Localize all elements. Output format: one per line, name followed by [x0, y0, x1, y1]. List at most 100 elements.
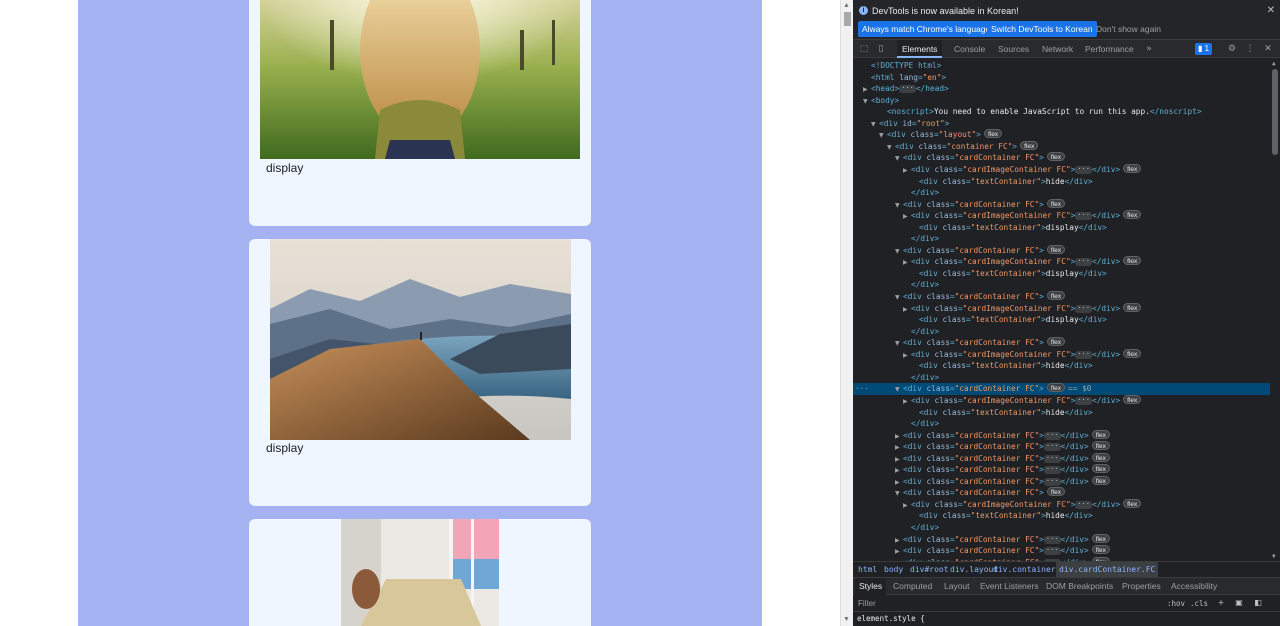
dom-node-line[interactable]: ▶<div class="cardContainer FC">···</div>…: [853, 533, 1270, 546]
dom-node-line[interactable]: ▶<div class="cardContainer FC">···</div>…: [853, 441, 1270, 453]
dom-node-line[interactable]: </div>: [853, 326, 1270, 338]
dom-node-line[interactable]: ▼ <div class="layout"> flex: [853, 129, 1270, 141]
device-toolbar-icon[interactable]: ▯: [875, 43, 887, 55]
scroll-up-icon[interactable]: ▲: [843, 2, 850, 10]
flex-badge[interactable]: flex: [1123, 256, 1142, 266]
dom-node-line[interactable]: <div class="textContainer">display</div>: [853, 268, 1270, 280]
crumb-layout[interactable]: div.layout: [950, 562, 998, 577]
dom-node-line[interactable]: <div class="textContainer">hide</div>: [853, 407, 1270, 419]
dom-node-line[interactable]: ▶ <div class="cardImageContainer FC"> ··· <…: [853, 498, 1270, 511]
flex-badge[interactable]: flex: [1091, 464, 1110, 474]
scroll-down-icon[interactable]: ▼: [843, 616, 850, 624]
flex-badge[interactable]: flex: [1091, 429, 1110, 439]
dom-node-line[interactable]: </div>: [853, 372, 1270, 384]
flex-badge[interactable]: flex: [1123, 394, 1142, 404]
inspect-element-icon[interactable]: ⬚: [858, 43, 870, 55]
collapsed-ellipsis[interactable]: ···: [1075, 396, 1092, 405]
flex-badge[interactable]: flex: [1020, 140, 1039, 150]
collapsed-ellipsis[interactable]: ···: [1043, 535, 1061, 544]
switch-to-korean-button[interactable]: Switch DevTools to Korean: [987, 21, 1097, 37]
kebab-menu-icon[interactable]: ⋮: [1244, 43, 1256, 55]
dom-node-line[interactable]: ▶<div class="cardContainer FC">···</div>…: [853, 475, 1270, 488]
add-rule-icon[interactable]: +: [1216, 598, 1226, 608]
dom-node-line[interactable]: </div>: [853, 187, 1270, 199]
tab-elements[interactable]: Elements: [897, 40, 943, 58]
elements-scrollbar[interactable]: ▲ ▼: [1270, 59, 1280, 561]
scroll-down-icon[interactable]: ▼: [1272, 553, 1276, 560]
dom-node-line[interactable]: <div class="textContainer">hide</div>: [853, 510, 1270, 522]
dom-node-line[interactable]: </div>: [853, 522, 1270, 534]
dom-node-line[interactable]: ▶ <div class="cardImageContainer FC"> ··· <…: [853, 210, 1270, 222]
collapsed-ellipsis[interactable]: ···: [1075, 500, 1092, 509]
dom-node-line[interactable]: ··· ▼ <div class="cardContainer FC"> flex ==…: [853, 383, 1270, 395]
tab-event-listeners[interactable]: Event Listeners: [976, 578, 1043, 595]
paint-icon[interactable]: ▣: [1234, 598, 1244, 608]
flex-badge[interactable]: flex: [1123, 348, 1142, 358]
collapsed-ellipsis[interactable]: ···: [1043, 547, 1061, 556]
dom-node-line[interactable]: ▶<div class="cardContainer FC">···</div>…: [853, 464, 1270, 476]
hov-toggle[interactable]: :hov: [1167, 599, 1185, 608]
flex-badge[interactable]: flex: [1046, 291, 1065, 300]
dom-node-line[interactable]: ▶ <div class="cardImageContainer FC"> ··· <…: [853, 302, 1270, 315]
sidebar-toggle-icon[interactable]: ◧: [1253, 598, 1263, 608]
collapsed-ellipsis[interactable]: ···: [1043, 443, 1061, 452]
tab-performance[interactable]: Performance: [1080, 40, 1139, 58]
tab-styles[interactable]: Styles: [855, 578, 887, 595]
dom-node-line[interactable]: ▶ <div class="cardImageContainer FC"> ··· <…: [853, 394, 1270, 407]
collapsed-ellipsis[interactable]: ···: [1043, 431, 1061, 440]
flex-badge[interactable]: flex: [1046, 198, 1065, 208]
dom-node-line[interactable]: ▶ <head> ··· </head>: [853, 83, 1270, 95]
crumb-html[interactable]: html: [858, 562, 877, 577]
tab-layout[interactable]: Layout: [940, 578, 974, 595]
flex-badge[interactable]: flex: [1046, 337, 1065, 347]
dom-node-line[interactable]: </div>: [853, 233, 1270, 245]
collapsed-ellipsis[interactable]: ···: [1043, 466, 1061, 475]
more-tabs-icon[interactable]: »: [1143, 43, 1155, 55]
dom-node-line[interactable]: ▼ <div class="cardContainer FC"> flex: [853, 337, 1270, 349]
dom-node-line[interactable]: <div class="textContainer">hide</div>: [853, 176, 1270, 188]
collapsed-ellipsis[interactable]: ···: [1075, 350, 1092, 359]
page-scrollbar[interactable]: ▲ ▼: [840, 0, 853, 626]
dom-node-line[interactable]: <div class="textContainer">display</div>: [853, 222, 1270, 234]
flex-badge[interactable]: flex: [1046, 487, 1065, 497]
tab-console[interactable]: Console: [949, 40, 990, 58]
dom-node-line[interactable]: ▶<div class="cardContainer FC">···</div>…: [853, 429, 1270, 442]
flex-badge[interactable]: flex: [1123, 210, 1142, 220]
dom-node-line[interactable]: <div class="textContainer">display</div>: [853, 314, 1270, 326]
dom-node-line[interactable]: ▼ <div class="cardContainer FC"> flex: [853, 244, 1270, 257]
flex-badge[interactable]: flex: [1091, 533, 1110, 543]
gear-icon[interactable]: ⚙: [1226, 43, 1238, 55]
scroll-up-icon[interactable]: ▲: [1272, 60, 1276, 67]
close-icon[interactable]: ✕: [1267, 5, 1275, 16]
tab-network[interactable]: Network: [1037, 40, 1078, 58]
scrollbar-thumb[interactable]: [844, 12, 851, 26]
dom-node-line[interactable]: ▶ <div class="cardImageContainer FC"> ··· <…: [853, 256, 1270, 268]
tab-properties[interactable]: Properties: [1118, 578, 1165, 595]
collapsed-ellipsis[interactable]: ···: [1043, 454, 1061, 463]
tab-sources[interactable]: Sources: [993, 40, 1034, 58]
flex-badge[interactable]: flex: [1046, 383, 1065, 393]
crumb-root[interactable]: div#root: [910, 562, 949, 577]
crumb-body[interactable]: body: [884, 562, 903, 577]
collapsed-ellipsis[interactable]: ···: [1075, 165, 1092, 174]
dom-node-line[interactable]: ▼ <div class="cardContainer FC"> flex: [853, 291, 1270, 303]
collapsed-ellipsis[interactable]: ···: [899, 85, 916, 94]
collapsed-ellipsis[interactable]: ···: [1075, 212, 1092, 221]
dom-node-line[interactable]: ▶<div class="cardContainer FC">···</div>…: [853, 545, 1270, 557]
dom-node-line[interactable]: ▶<div class="cardContainer FC">···</div>…: [853, 452, 1270, 465]
elements-tree[interactable]: <!DOCTYPE html> <html lang="en"> ▶ <head> ··…: [853, 59, 1270, 561]
dom-node-line[interactable]: ▼ <body>: [853, 95, 1270, 107]
flex-badge[interactable]: flex: [1123, 163, 1142, 173]
dom-node-line[interactable]: <!DOCTYPE html>: [853, 60, 1270, 72]
cls-toggle[interactable]: .cls: [1190, 599, 1208, 608]
always-match-language-button[interactable]: Always match Chrome's language: [858, 21, 995, 37]
dom-node-line[interactable]: <html lang="en">: [853, 72, 1270, 84]
flex-badge[interactable]: flex: [1091, 545, 1110, 555]
tab-computed[interactable]: Computed: [889, 578, 936, 595]
flex-badge[interactable]: flex: [1123, 302, 1142, 312]
collapsed-ellipsis[interactable]: ···: [1075, 304, 1092, 313]
dom-node-line[interactable]: ▼ <div id="root">: [853, 118, 1270, 130]
flex-badge[interactable]: flex: [1123, 498, 1142, 508]
flex-badge[interactable]: flex: [1091, 452, 1110, 462]
dont-show-again-button[interactable]: Don't show again: [1092, 21, 1165, 37]
